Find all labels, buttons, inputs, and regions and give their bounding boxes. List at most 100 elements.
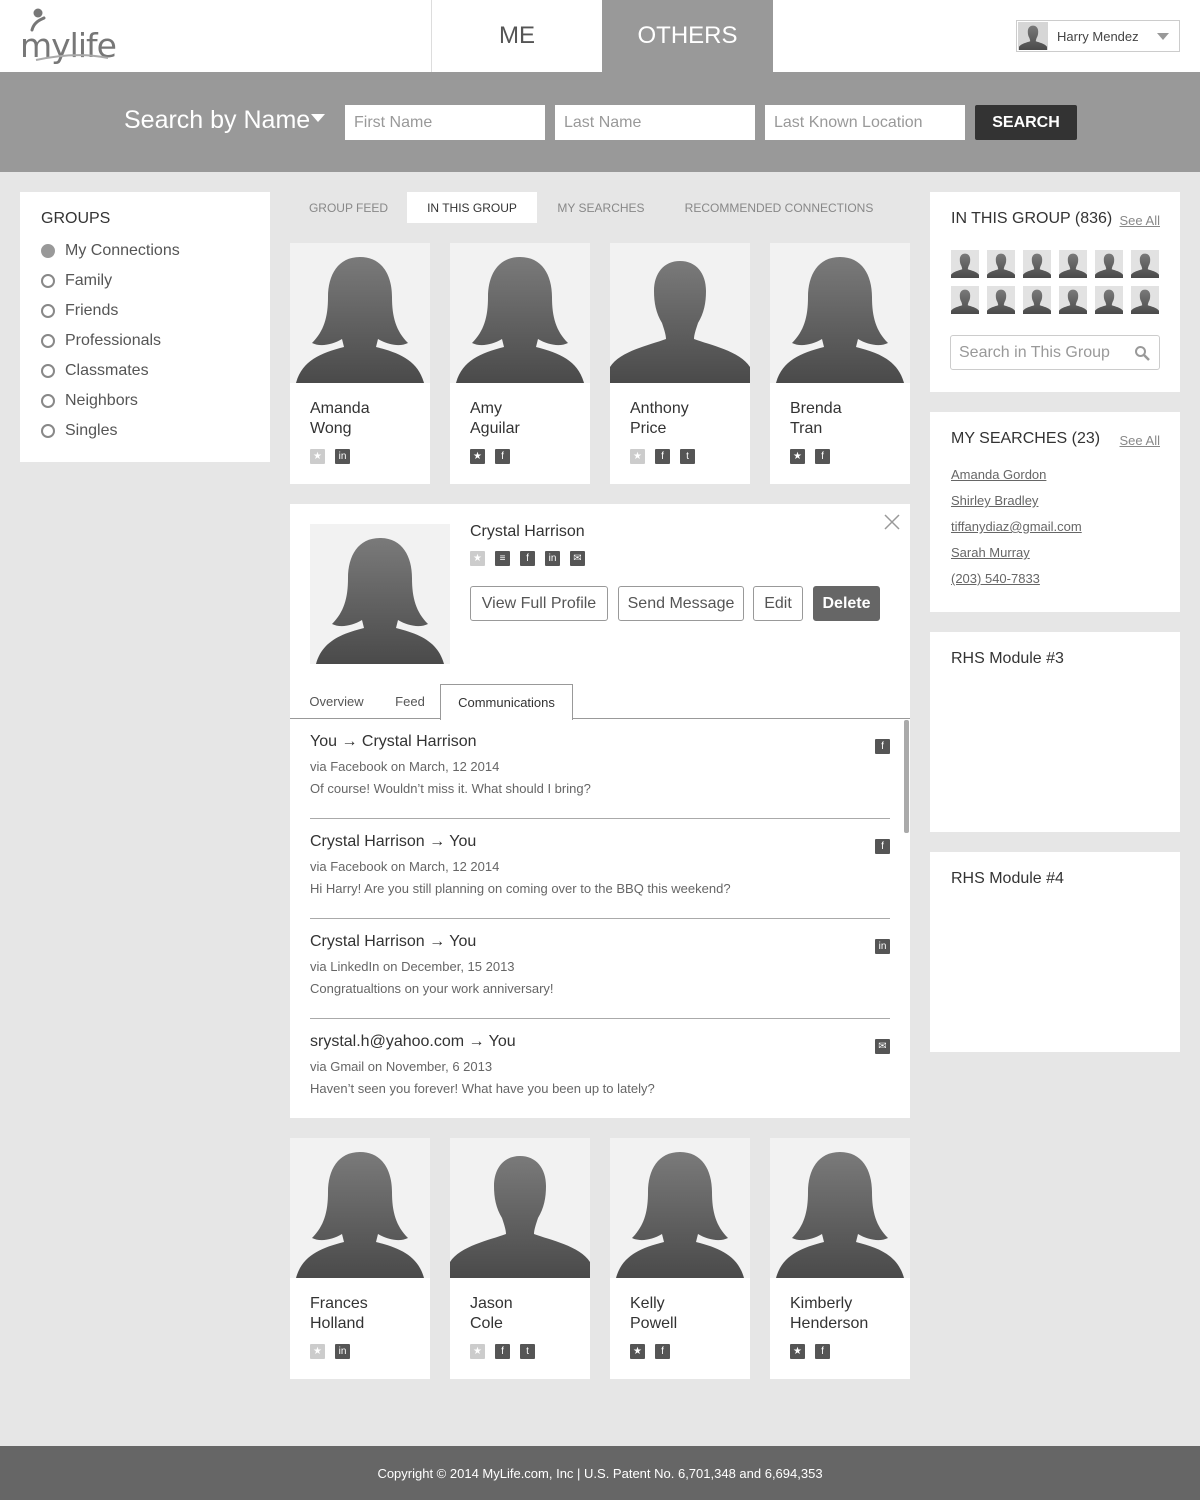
member-thumb[interactable] bbox=[951, 250, 979, 278]
group-item-professionals[interactable]: Professionals bbox=[41, 331, 161, 351]
chevron-down-icon[interactable] bbox=[311, 114, 325, 122]
message-item[interactable]: Crystal Harrison → You via Facebook on M… bbox=[310, 819, 890, 919]
saved-search-link[interactable]: Amanda Gordon bbox=[951, 467, 1046, 482]
person-photo[interactable] bbox=[770, 1138, 910, 1278]
facebook-icon[interactable]: f bbox=[495, 1344, 510, 1359]
saved-search-link[interactable]: Sarah Murray bbox=[951, 545, 1030, 560]
group-item-friends[interactable]: Friends bbox=[41, 301, 118, 321]
member-thumb[interactable] bbox=[1023, 250, 1051, 278]
person-card[interactable]: Amy Aguilar ★ f bbox=[450, 243, 590, 484]
nav-tab-others[interactable]: OTHERS bbox=[602, 0, 773, 72]
delete-button[interactable]: Delete bbox=[813, 586, 880, 621]
tab-recommended-connections[interactable]: RECOMMENDED CONNECTIONS bbox=[665, 192, 893, 223]
message-item[interactable]: srystal.h@yahoo.com → You via Gmail on N… bbox=[310, 1019, 890, 1119]
star-icon[interactable]: ★ bbox=[470, 1344, 485, 1359]
group-item-my-connections[interactable]: My Connections bbox=[41, 241, 180, 261]
linkedin-icon[interactable]: in bbox=[545, 551, 560, 566]
star-icon[interactable]: ★ bbox=[470, 449, 485, 464]
star-icon[interactable]: ★ bbox=[470, 551, 485, 566]
member-thumb[interactable] bbox=[987, 250, 1015, 278]
location-input[interactable] bbox=[765, 105, 965, 140]
tab-my-searches[interactable]: MY SEARCHES bbox=[537, 192, 665, 223]
view-full-profile-button[interactable]: View Full Profile bbox=[470, 586, 608, 621]
twitter-icon[interactable]: t bbox=[680, 449, 695, 464]
facebook-icon[interactable]: f bbox=[655, 449, 670, 464]
group-item-neighbors[interactable]: Neighbors bbox=[41, 391, 138, 411]
saved-search-link[interactable]: (203) 540-7833 bbox=[951, 571, 1040, 586]
member-thumb[interactable] bbox=[1131, 250, 1159, 278]
star-icon[interactable]: ★ bbox=[630, 1344, 645, 1359]
facebook-icon[interactable]: f bbox=[815, 449, 830, 464]
radio[interactable] bbox=[41, 394, 55, 408]
group-item-singles[interactable]: Singles bbox=[41, 421, 117, 441]
person-card[interactable]: Frances Holland ★ in bbox=[290, 1138, 430, 1379]
person-photo[interactable] bbox=[610, 243, 750, 383]
edit-button[interactable]: Edit bbox=[753, 586, 803, 621]
mylife-logo[interactable]: mylife bbox=[18, 8, 117, 65]
star-icon[interactable]: ★ bbox=[630, 449, 645, 464]
linkedin-icon[interactable]: in bbox=[335, 449, 350, 464]
group-item-family[interactable]: Family bbox=[41, 271, 112, 291]
tab-group-feed[interactable]: GROUP FEED bbox=[290, 192, 407, 223]
radio-selected[interactable] bbox=[41, 244, 55, 258]
saved-search-link[interactable]: tiffanydiaz@gmail.com bbox=[951, 519, 1082, 534]
message-item[interactable]: You → Crystal Harrison via Facebook on M… bbox=[310, 719, 890, 819]
see-all-link[interactable]: See All bbox=[1120, 433, 1160, 448]
tab-feed[interactable]: Feed bbox=[380, 684, 440, 719]
nav-tab-me[interactable]: ME bbox=[431, 0, 602, 72]
person-card[interactable]: Brenda Tran ★ f bbox=[770, 243, 910, 484]
search-mode-select[interactable]: Search by Name bbox=[124, 106, 310, 135]
search-button[interactable]: SEARCH bbox=[975, 105, 1077, 140]
see-all-link[interactable]: See All bbox=[1120, 213, 1160, 228]
tab-in-this-group[interactable]: IN THIS GROUP bbox=[407, 192, 537, 223]
radio[interactable] bbox=[41, 364, 55, 378]
group-search-input[interactable] bbox=[950, 335, 1160, 370]
email-icon[interactable]: ✉ bbox=[570, 551, 585, 566]
person-photo[interactable] bbox=[610, 1138, 750, 1278]
person-card[interactable]: Amanda Wong ★ in bbox=[290, 243, 430, 484]
first-name-input[interactable] bbox=[345, 105, 545, 140]
star-icon[interactable]: ★ bbox=[310, 1344, 325, 1359]
member-thumb[interactable] bbox=[987, 286, 1015, 314]
person-photo[interactable] bbox=[450, 243, 590, 383]
member-thumb[interactable] bbox=[951, 286, 979, 314]
tab-overview[interactable]: Overview bbox=[298, 684, 375, 719]
star-icon[interactable]: ★ bbox=[310, 449, 325, 464]
member-thumb[interactable] bbox=[1023, 286, 1051, 314]
last-name-input[interactable] bbox=[555, 105, 755, 140]
send-message-button[interactable]: Send Message bbox=[618, 586, 744, 621]
member-thumb[interactable] bbox=[1059, 250, 1087, 278]
person-photo[interactable] bbox=[290, 1138, 430, 1278]
person-card[interactable]: Anthony Price ★ f t bbox=[610, 243, 750, 484]
search-icon[interactable] bbox=[1134, 345, 1150, 361]
message-item[interactable]: Crystal Harrison → You via LinkedIn on D… bbox=[310, 919, 890, 1019]
facebook-icon[interactable]: f bbox=[815, 1344, 830, 1359]
profile-card-icon[interactable]: ≡ bbox=[495, 551, 510, 566]
person-card[interactable]: Jason Cole ★ f t bbox=[450, 1138, 590, 1379]
facebook-icon[interactable]: f bbox=[655, 1344, 670, 1359]
scrollbar[interactable] bbox=[904, 720, 909, 833]
facebook-icon[interactable]: f bbox=[495, 449, 510, 464]
person-card[interactable]: Kelly Powell ★ f bbox=[610, 1138, 750, 1379]
member-thumb[interactable] bbox=[1131, 286, 1159, 314]
linkedin-icon[interactable]: in bbox=[335, 1344, 350, 1359]
member-thumb[interactable] bbox=[1059, 286, 1087, 314]
radio[interactable] bbox=[41, 274, 55, 288]
tab-communications[interactable]: Communications bbox=[440, 684, 573, 720]
facebook-icon[interactable]: f bbox=[520, 551, 535, 566]
person-card[interactable]: Kimberly Henderson ★ f bbox=[770, 1138, 910, 1379]
user-menu-dropdown[interactable]: Harry Mendez bbox=[1016, 20, 1180, 52]
person-photo[interactable] bbox=[290, 243, 430, 383]
radio[interactable] bbox=[41, 334, 55, 348]
close-icon[interactable] bbox=[884, 514, 900, 530]
person-photo[interactable] bbox=[770, 243, 910, 383]
member-thumb[interactable] bbox=[1095, 250, 1123, 278]
saved-search-link[interactable]: Shirley Bradley bbox=[951, 493, 1038, 508]
star-icon[interactable]: ★ bbox=[790, 449, 805, 464]
group-item-classmates[interactable]: Classmates bbox=[41, 361, 149, 381]
twitter-icon[interactable]: t bbox=[520, 1344, 535, 1359]
person-photo[interactable] bbox=[450, 1138, 590, 1278]
radio[interactable] bbox=[41, 424, 55, 438]
member-thumb[interactable] bbox=[1095, 286, 1123, 314]
radio[interactable] bbox=[41, 304, 55, 318]
